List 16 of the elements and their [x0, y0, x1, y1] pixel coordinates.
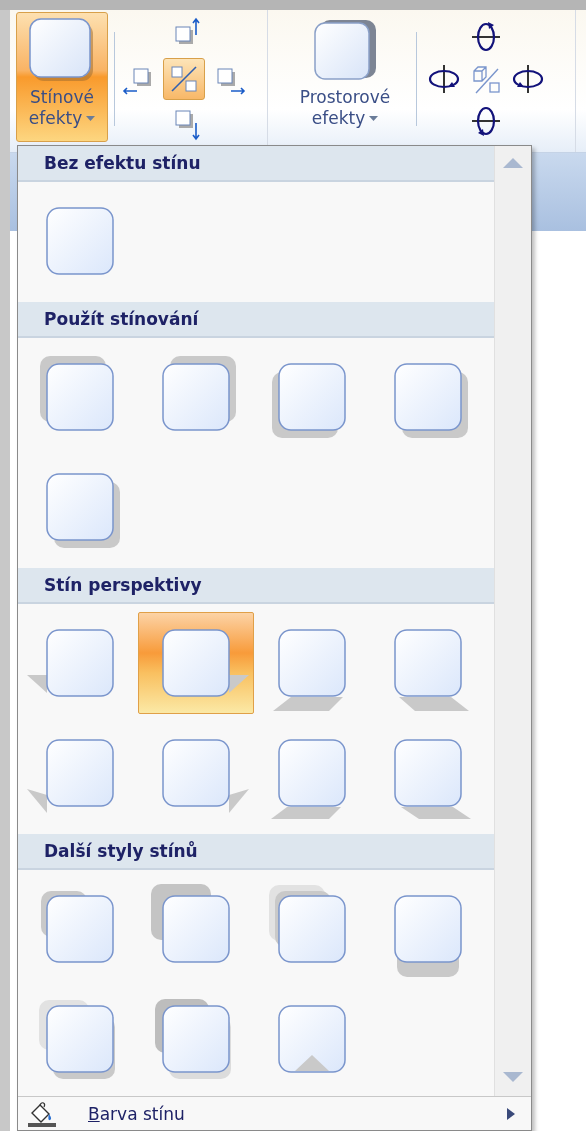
paint-bucket-icon — [26, 1100, 58, 1127]
caret-icon — [86, 116, 96, 123]
shadow-option[interactable] — [138, 612, 254, 714]
section-header: Použít stínování — [18, 302, 494, 338]
section-header: Stín perspektivy — [18, 568, 494, 604]
scroll-down-icon[interactable] — [503, 1072, 523, 1082]
nudge-shadow-button[interactable] — [163, 58, 205, 100]
shadow-color-item[interactable]: Barva stínu — [18, 1097, 531, 1130]
section-header: Další styly stínů — [18, 834, 494, 870]
submenu-arrow-icon — [507, 1107, 515, 1120]
scroll-up-icon[interactable] — [503, 158, 523, 168]
scrollbar[interactable] — [494, 146, 531, 1096]
shadow-effects-button[interactable]: Stínové efekty — [16, 12, 108, 142]
section-header: Bez efektu stínu — [18, 146, 494, 182]
effects-3d-button[interactable]: Prostorové efekty — [280, 12, 410, 142]
caret-icon — [369, 116, 379, 123]
